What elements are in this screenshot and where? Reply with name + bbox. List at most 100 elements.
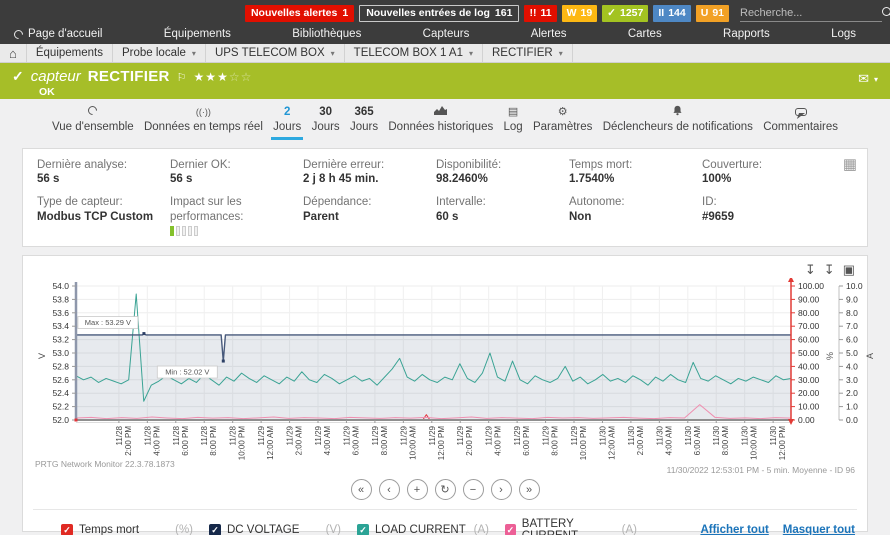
- star-rating[interactable]: ★★★☆☆: [194, 70, 253, 84]
- svg-text:7.0: 7.0: [846, 321, 858, 331]
- topbar-menu: Page d'accueil Équipements Bibliothèques Ca…: [0, 27, 890, 41]
- new-alerts-badge[interactable]: Nouvelles alertes 1: [244, 4, 355, 22]
- tab-param-tres[interactable]: ⚙ Paramètres: [531, 105, 594, 140]
- refresh-button[interactable]: ↻: [434, 479, 456, 501]
- status-badge-warning[interactable]: W 19: [561, 4, 598, 22]
- search-icon[interactable]: [882, 7, 890, 18]
- chevron-down-icon: ▾: [558, 48, 563, 58]
- svg-text:9.0: 9.0: [846, 294, 858, 304]
- svg-text:11/298:00 AM: 11/298:00 AM: [371, 426, 389, 456]
- legend-checkbox[interactable]: ✓: [61, 524, 73, 535]
- breadcrumb-item[interactable]: RECTIFIER ▾: [483, 44, 573, 62]
- tab-jours[interactable]: 30 Jours: [310, 105, 342, 140]
- info-field-label: Type de capteur:: [37, 196, 123, 209]
- info-field: Disponibilité: 98.2460%: [436, 158, 561, 187]
- zoom-in-button[interactable]: +: [406, 479, 428, 501]
- svg-text:10.0: 10.0: [846, 281, 863, 291]
- history-chart-icon: [434, 105, 448, 118]
- svg-text:11/292:00 PM: 11/292:00 PM: [456, 426, 474, 456]
- tab-jours[interactable]: 365 Jours: [348, 105, 380, 140]
- tab-donn-es-historiques[interactable]: Données historiques: [386, 105, 495, 140]
- impact-bar: [188, 226, 192, 237]
- svg-text:11/294:00 AM: 11/294:00 AM: [314, 426, 332, 456]
- svg-text:53.8: 53.8: [52, 294, 69, 304]
- menu-item-page-d-accueil[interactable]: Page d'accueil: [12, 27, 102, 41]
- menu-item--quipements[interactable]: Équipements: [164, 28, 231, 40]
- search-box: [740, 4, 890, 22]
- home-gauge-icon: [12, 27, 25, 41]
- legend-checkbox[interactable]: ✓: [505, 524, 516, 535]
- svg-text:53.2: 53.2: [52, 335, 69, 345]
- flag-icon[interactable]: ⚐: [177, 71, 187, 84]
- menu-item-label: Alertes: [530, 28, 567, 40]
- show-all-link[interactable]: Afficher tout: [700, 524, 768, 535]
- svg-text:53.0: 53.0: [52, 348, 69, 358]
- star-icon: ☆: [228, 70, 241, 84]
- breadcrumb-item[interactable]: Probe locale ▾: [113, 44, 206, 62]
- breadcrumb-item[interactable]: TELECOM BOX 1 A1 ▾: [345, 44, 483, 62]
- tab-jours[interactable]: 2 Jours: [271, 105, 304, 140]
- tab-commentaires[interactable]: Commentaires: [761, 105, 840, 140]
- legend-item: ✓ DC VOLTAGE (V): [209, 518, 357, 535]
- svg-text:52.2: 52.2: [52, 402, 69, 412]
- star-icon: ★: [193, 70, 206, 84]
- tab-label: Log: [503, 121, 523, 133]
- menu-item-capteurs[interactable]: Capteurs: [423, 28, 470, 40]
- image-icon[interactable]: ▣: [843, 263, 855, 276]
- legend-checkbox[interactable]: ✓: [357, 524, 369, 535]
- info-field: Autonome: Non: [569, 195, 694, 236]
- download-svg-icon[interactable]: ↧: [824, 263, 835, 276]
- tab-log[interactable]: ▤ Log: [502, 105, 525, 140]
- download-png-icon[interactable]: ↧: [805, 263, 816, 276]
- email-icon[interactable]: ✉: [858, 71, 869, 87]
- fast-forward-button[interactable]: »: [518, 479, 540, 501]
- prtg-page: Nouvelles alertes 1 Nouvelles entrées de l…: [0, 0, 890, 535]
- menu-item-cartes[interactable]: Cartes: [628, 28, 662, 40]
- status-badge-down[interactable]: !! 11: [524, 4, 557, 22]
- search-input[interactable]: [740, 6, 882, 19]
- tab-d-clencheurs-de-notifications[interactable]: Déclencheurs de notifications: [601, 105, 755, 140]
- status-badge-up[interactable]: ✓ 1257: [602, 4, 649, 22]
- breadcrumb-item[interactable]: Équipements: [27, 44, 113, 62]
- menu-item-biblioth-ques[interactable]: Bibliothèques: [292, 28, 361, 40]
- tab-label: Paramètres: [532, 121, 593, 133]
- menu-item-logs[interactable]: Logs: [831, 28, 856, 40]
- svg-text:52.8: 52.8: [52, 361, 69, 371]
- chart-timestamp-text: 11/30/2022 12:53:01 PM - 5 min. Moyenne …: [666, 465, 855, 476]
- sensor-kind-label: capteur: [30, 68, 81, 85]
- tab-label: Commentaires: [763, 121, 838, 133]
- tab-bar: Vue d'ensemble ((·)) Données en temps réel…: [0, 99, 890, 140]
- step-forward-button[interactable]: ›: [490, 479, 512, 501]
- status-badge-paused[interactable]: II 144: [653, 4, 691, 22]
- status-down-icon: !!: [529, 7, 537, 19]
- qr-code-icon[interactable]: ▦: [843, 157, 857, 172]
- legend-checkbox[interactable]: ✓: [209, 524, 221, 535]
- new-log-badge[interactable]: Nouvelles entrées de log 161: [359, 4, 520, 22]
- tab-label: Données historiques: [388, 121, 494, 133]
- chevron-down-icon: ▾: [191, 48, 196, 58]
- chevron-down-icon[interactable]: ▾: [874, 75, 878, 84]
- svg-text:54.0: 54.0: [52, 281, 69, 291]
- menu-item-label: Bibliothèques: [292, 28, 362, 40]
- svg-text:11/2912:00 AM: 11/2912:00 AM: [257, 426, 275, 460]
- svg-text:8.0: 8.0: [846, 308, 858, 318]
- info-field-label: Intervalle:: [436, 196, 486, 209]
- info-field-value: 56 s: [37, 173, 60, 186]
- menu-item-rapports[interactable]: Rapports: [723, 28, 770, 40]
- breadcrumb-home[interactable]: ⌂: [0, 44, 27, 62]
- chart-legend: ✓ Temps mort (%) ✓ DC VOLTAGE (V) ✓ LOAD CURREN…: [33, 509, 857, 535]
- tab-number: 2: [284, 105, 291, 118]
- zoom-out-button[interactable]: −: [462, 479, 484, 501]
- hide-all-link[interactable]: Masquer tout: [783, 524, 855, 535]
- tab-donn-es-en-temps-r-el[interactable]: ((·)) Données en temps réel: [142, 105, 265, 140]
- info-field-label: Disponibilité:: [436, 159, 502, 171]
- menu-item-alertes[interactable]: Alertes: [531, 28, 567, 40]
- breadcrumb-item[interactable]: UPS TELECOM BOX ▾: [206, 44, 345, 62]
- status-badge-unusual[interactable]: U 91: [695, 4, 729, 22]
- fast-backward-button[interactable]: «: [350, 479, 372, 501]
- status-up-count: 1257: [619, 7, 644, 19]
- tab-vue-d-ensemble[interactable]: Vue d'ensemble: [50, 103, 136, 140]
- info-field-label: Autonome:: [569, 196, 625, 209]
- chart-version-text: PRTG Network Monitor 22.3.78.1873: [35, 459, 175, 470]
- step-backward-button[interactable]: ‹: [378, 479, 400, 501]
